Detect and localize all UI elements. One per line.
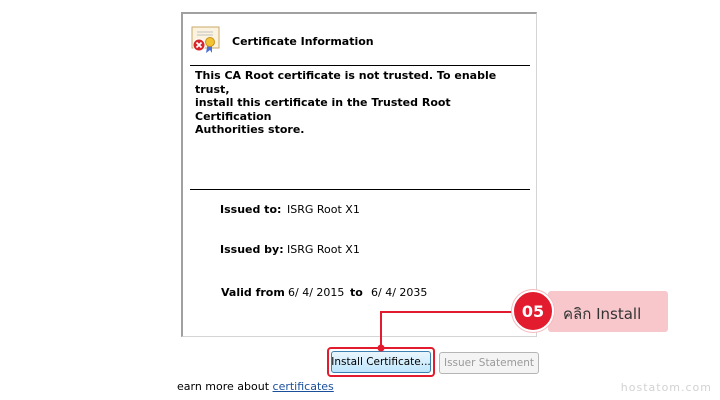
watermark: hostatom.com <box>620 381 712 394</box>
callout-text: คลิก Install <box>563 305 642 323</box>
callout-connector <box>377 311 515 352</box>
screenshot-stage: Certificate Information This CA Root cer… <box>0 0 720 400</box>
step-badge: 05 <box>512 290 554 332</box>
